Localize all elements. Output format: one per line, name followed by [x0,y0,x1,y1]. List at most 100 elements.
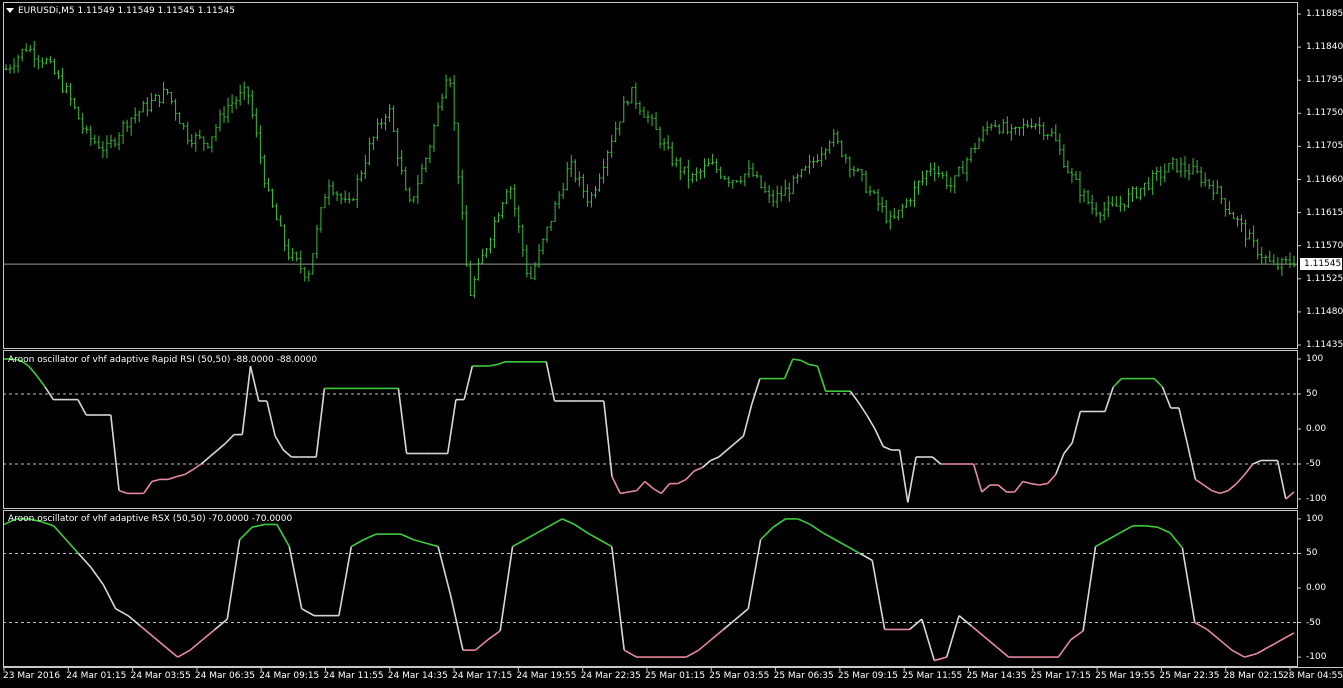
rsx-line-segment [735,608,749,620]
rsx-axis-label: 100 [1306,513,1324,524]
pane-frame-0 [3,2,1298,349]
price-axis-label: 1.11660 [1306,174,1343,185]
rsi-line-segment [282,449,293,458]
time-axis-label: 24 Mar 19:55 [516,671,577,681]
rsi-line-segment [1071,411,1082,444]
time-axis-label: 25 Mar 09:15 [837,671,898,681]
time-axis-label: 25 Mar 14:35 [966,671,1027,681]
rsx-line-segment [487,630,501,641]
rsi-line-segment [545,361,556,402]
rsx-line-segment [574,523,588,534]
rsx-line-segment [288,546,303,609]
rsi-axis-label: -50 [1306,459,1321,469]
rsi-line-segment [972,463,983,493]
pane-frame-1 [3,350,1298,509]
price-axis-label: 1.11570 [1306,240,1343,251]
rsx-line-segment [499,546,514,631]
rsi-line-segment [792,358,802,362]
rsi-line-segment [660,483,671,494]
rsx-line-segment [1268,639,1282,648]
rsx-line-segment [474,639,489,651]
rsx-line-segment [53,525,67,541]
rsx-line-segment [301,608,315,617]
rsx-line-segment [1206,628,1221,641]
rsx-line-segment [400,533,414,541]
rsx-line-segment [760,526,774,541]
rsx-line-segment [970,625,985,637]
rsi-line-segment [274,435,285,451]
rsx-line-segment [623,649,637,658]
price-axis-label: 1.11840 [1306,42,1343,53]
rsi-axis-label: -100 [1306,494,1327,504]
rsi-line-segment [266,400,276,437]
chart-menu-arrow-icon[interactable] [6,8,14,13]
rsx-axis-label: 50 [1306,548,1318,559]
rsi-line-segment [636,480,646,492]
rsi-line-segment [1186,442,1197,480]
rsx-line-segment [822,532,836,541]
rsx-line-segment [772,518,786,528]
rsi-line-segment [176,473,185,478]
rsx-line-segment [90,566,104,586]
rsi-line-segment [77,399,87,416]
rsi-line-segment [1046,473,1057,485]
rsx-line-segment [834,538,848,548]
time-axis-label: 24 Mar 06:35 [194,671,255,681]
rsi-line-segment [800,359,810,366]
rsi-line-segment [693,466,703,472]
rsx-line-segment [177,649,191,658]
rsi-line-segment [750,378,761,405]
rsi-line-segment [997,484,1007,493]
rsx-line-segment [524,532,538,541]
time-axis-label: 24 Mar 17:15 [452,671,513,681]
rsx-line-segment [983,635,997,648]
rsx-line-segment [1219,639,1233,651]
price-axis-label: 1.11795 [1306,75,1343,86]
rsi-line-segment [200,456,210,465]
rsx-line-segment [698,639,712,651]
rsx-line-segment [338,546,353,616]
rsx-line-segment [127,615,141,627]
rsi-line-segment [1227,482,1238,492]
rsi-line-segment [809,363,818,367]
time-axis-label: 25 Mar 22:35 [1159,671,1220,681]
rsx-line-segment [226,539,241,620]
rsi-line-segment [931,456,942,465]
rsi-axis-label: 100 [1306,354,1324,364]
rsi-line-segment [1252,459,1262,465]
rsx-line-segment [1169,532,1183,549]
rsi-line-segment [44,386,54,401]
rsi-line-segment [1030,482,1040,486]
rsx-line-segment [1256,646,1270,655]
time-axis-label: 25 Mar 11:55 [902,671,963,681]
rsx-line-segment [871,560,886,630]
time-axis-label: 28 Mar 04:55 [1283,671,1343,681]
rsi-line-segment [488,363,498,367]
rsi-line-segment [742,404,753,437]
rsx-axis-label: 0.00 [1306,583,1327,593]
rsx-line-segment [921,618,936,661]
rsi-line-segment [677,478,687,485]
rsi-line-segment [1219,489,1229,495]
time-axis-label: 25 Mar 06:35 [773,671,834,681]
rsx-line-segment [685,649,700,658]
rsi-line-segment [241,365,252,435]
rsx-line-segment [859,552,873,562]
rsi-line-segment [620,491,629,495]
rsi-line-segment [1104,386,1114,412]
rsx-line-segment [413,538,426,544]
rsx-line-segment [350,538,365,548]
rsx-line-segment [164,646,179,658]
rsx-line-segment [847,545,861,555]
rsi-line-segment [1235,473,1246,485]
time-axis-label: 24 Mar 03:55 [130,671,191,681]
rsi-axis-label: 0.00 [1306,424,1327,434]
rsx-line-segment [536,525,551,534]
rsi-line-segment [208,449,219,458]
rsi-line-segment [857,401,868,416]
rsx-line-segment [214,618,228,631]
main-chart-title: EURUSDi,M5 1.11549 1.11549 1.11545 1.115… [18,6,235,16]
rsx-line-segment [1057,639,1072,658]
rsx-line-segment [1145,525,1158,528]
time-axis-label: 24 Mar 14:35 [387,671,448,681]
